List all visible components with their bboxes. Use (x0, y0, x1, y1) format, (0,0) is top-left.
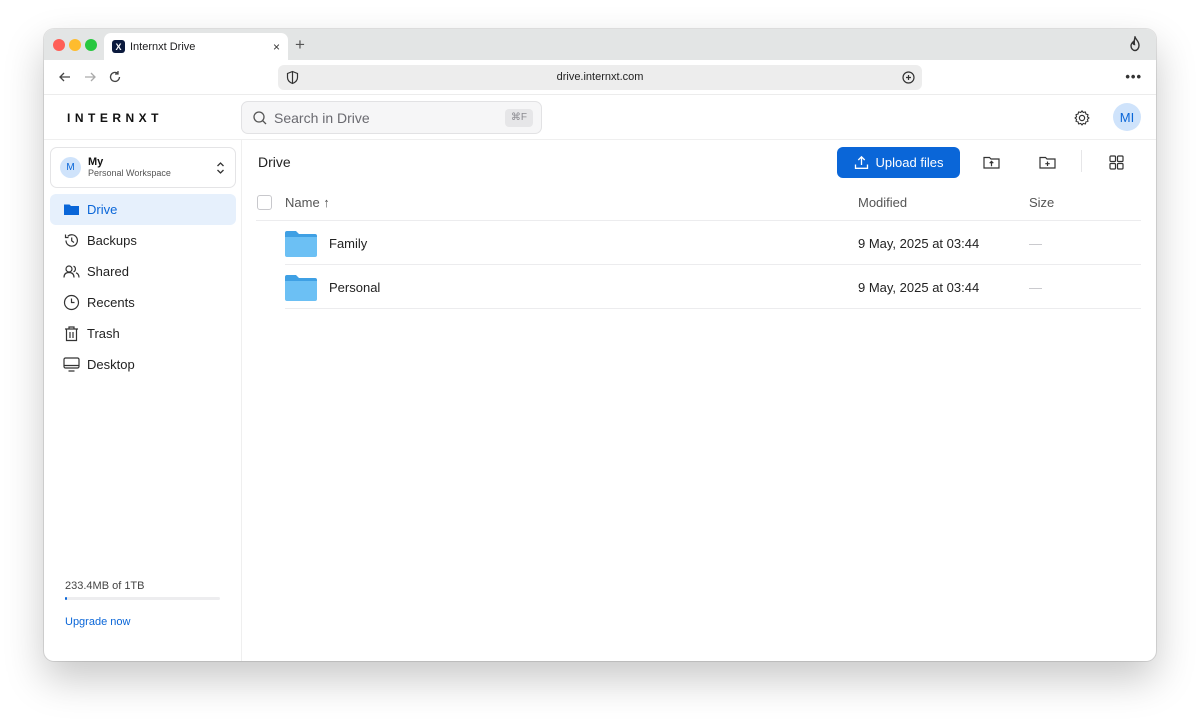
sidebar: M My Personal Workspace Drive Backups Sh… (44, 140, 242, 661)
maximize-window-button[interactable] (85, 39, 97, 51)
folder-icon (285, 275, 317, 301)
sidebar-item-desktop[interactable]: Desktop (50, 349, 236, 380)
sidebar-item-drive[interactable]: Drive (50, 194, 236, 225)
desktop-icon (63, 357, 80, 372)
folder-icon (285, 231, 317, 257)
file-name: Family (329, 236, 368, 251)
users-icon (63, 265, 80, 278)
new-folder-icon[interactable] (1039, 154, 1056, 171)
file-modified: 9 May, 2025 at 03:44 (858, 280, 980, 295)
upload-icon (854, 155, 868, 169)
tab-strip: X Internxt Drive × + (44, 29, 1156, 60)
upgrade-link[interactable]: Upgrade now (65, 616, 220, 628)
workspace-name: My (88, 155, 104, 168)
sidebar-item-label: Backups (87, 233, 137, 248)
trash-icon (65, 326, 78, 342)
user-avatar[interactable]: MI (1113, 103, 1141, 131)
toolbar-divider (1081, 150, 1082, 172)
sidebar-item-label: Drive (87, 202, 118, 217)
upload-files-label: Upload files (875, 155, 944, 170)
internxt-logo[interactable]: INTERNXT (67, 111, 163, 125)
grid-view-icon[interactable] (1108, 154, 1125, 171)
storage-text: 233.4MB of 1TB (65, 580, 145, 592)
minimize-window-button[interactable] (69, 39, 81, 51)
sidebar-item-recents[interactable]: Recents (50, 287, 236, 318)
upload-files-button[interactable]: Upload files (837, 147, 960, 178)
new-tab-button[interactable]: + (295, 35, 305, 55)
history-icon (64, 234, 78, 247)
folder-icon (64, 204, 79, 215)
storage-usage: 233.4MB of 1TB Upgrade now (65, 580, 220, 628)
column-header-name[interactable]: Name ↑ (285, 195, 330, 210)
internxt-app: INTERNXT ⌘F MI M My Personal Wo (44, 95, 1156, 661)
browser-tab[interactable]: X Internxt Drive × (104, 33, 288, 60)
sidebar-item-trash[interactable]: Trash (50, 318, 236, 349)
breadcrumb[interactable]: Drive (258, 154, 291, 170)
file-name: Personal (329, 280, 381, 295)
file-size: — (1029, 236, 1042, 251)
search-input[interactable] (274, 109, 494, 126)
table-row[interactable]: Family 9 May, 2025 at 03:44 — (285, 221, 1141, 265)
file-modified: 9 May, 2025 at 03:44 (858, 236, 980, 251)
search-shortcut-badge: ⌘F (504, 109, 533, 127)
url-text: drive.internxt.com (556, 71, 644, 83)
file-size: — (1029, 280, 1042, 295)
chevron-up-down-icon (217, 162, 224, 174)
workspace-subtitle: Personal Workspace (88, 167, 171, 178)
close-window-button[interactable] (53, 39, 65, 51)
sidebar-item-label: Recents (87, 295, 135, 310)
column-header-size[interactable]: Size (1029, 195, 1054, 210)
browser-window: X Internxt Drive × + drive.internxt.com (44, 29, 1156, 661)
clock-icon (63, 294, 80, 311)
workspace-selector[interactable]: M My Personal Workspace (50, 147, 236, 188)
flame-icon[interactable] (1128, 36, 1142, 52)
file-table: Name ↑ Modified Size Family 9 May, 2025 … (256, 185, 1141, 309)
sidebar-item-label: Trash (87, 326, 120, 341)
table-row[interactable]: Personal 9 May, 2025 at 03:44 — (285, 265, 1141, 309)
search-box[interactable]: ⌘F (241, 101, 542, 134)
app-header: INTERNXT ⌘F MI (44, 95, 1156, 140)
internxt-favicon-icon: X (112, 40, 125, 53)
sidebar-nav: Drive Backups Shared Recents Trash Deskt… (50, 194, 236, 380)
browser-toolbar: drive.internxt.com ••• (44, 60, 1156, 95)
table-header: Name ↑ Modified Size (256, 185, 1141, 221)
storage-bar (65, 597, 220, 600)
tab-title: Internxt Drive (130, 40, 196, 53)
storage-bar-fill (65, 597, 67, 600)
reload-icon[interactable] (106, 68, 124, 86)
upload-folder-icon[interactable] (983, 154, 1000, 171)
search-icon (253, 110, 267, 124)
select-all-checkbox[interactable] (257, 195, 272, 210)
column-header-modified[interactable]: Modified (858, 195, 907, 210)
address-bar[interactable]: drive.internxt.com (278, 65, 922, 90)
sidebar-item-label: Desktop (87, 357, 135, 372)
tab-close-icon[interactable]: × (273, 40, 280, 54)
main-content: Drive Upload files Name ↑ Modified Size … (242, 140, 1156, 661)
sidebar-item-label: Shared (87, 264, 129, 279)
back-arrow-icon[interactable] (56, 68, 74, 86)
gear-icon[interactable] (1073, 109, 1091, 127)
forward-arrow-icon[interactable] (81, 68, 99, 86)
sidebar-item-backups[interactable]: Backups (50, 225, 236, 256)
workspace-avatar: M (60, 157, 81, 178)
sidebar-item-shared[interactable]: Shared (50, 256, 236, 287)
browser-menu-icon[interactable]: ••• (1125, 69, 1142, 84)
chat-plus-icon[interactable] (901, 70, 916, 85)
